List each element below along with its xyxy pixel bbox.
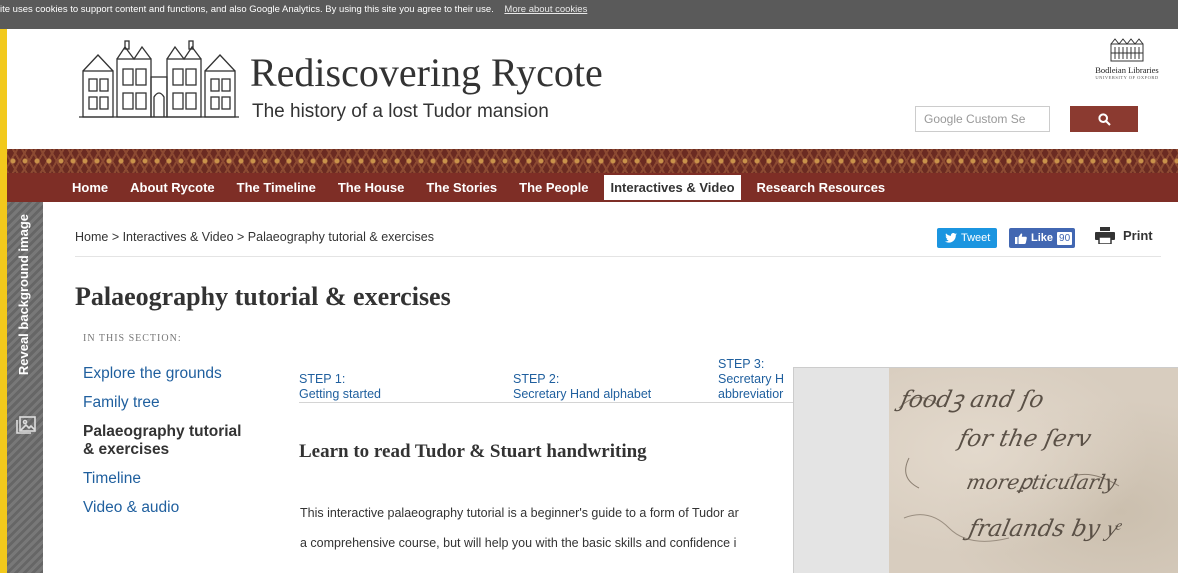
- print-label: Print: [1123, 228, 1153, 243]
- manuscript-viewer[interactable]: ƒoodꝫ and ſo for the ſerv moreꝑticularly…: [793, 367, 1178, 573]
- intro-paragraph-line-2: a comprehensive course, but will help yo…: [300, 536, 737, 550]
- print-button[interactable]: Print: [1095, 227, 1153, 244]
- step-2-link[interactable]: STEP 2: Secretary Hand alphabet: [513, 372, 651, 402]
- bodleian-libraries-logo[interactable]: Bodleian Libraries UNIVERSITY OF OXFORD: [1093, 38, 1161, 94]
- reveal-background-label: Reveal background image: [16, 214, 31, 376]
- reveal-background-tab[interactable]: Reveal background image: [7, 202, 43, 573]
- in-this-section-heading: IN THIS SECTION:: [83, 333, 182, 344]
- nav-item-the-house[interactable]: The House: [332, 175, 410, 200]
- step-3-title-line1: Secretary H: [718, 372, 784, 386]
- bodleian-name: Bodleian Libraries: [1095, 65, 1159, 75]
- steps-divider: [299, 402, 799, 403]
- twitter-bird-icon: [945, 233, 957, 243]
- tweet-label: Tweet: [961, 232, 991, 244]
- thumbs-up-icon: [1015, 232, 1027, 244]
- tweet-button[interactable]: Tweet: [937, 228, 997, 248]
- content-subheading: Learn to read Tudor & Stuart handwriting: [299, 441, 647, 462]
- decorative-pattern-band: [7, 149, 1178, 173]
- page: Rediscovering Rycote The history of a lo…: [7, 29, 1178, 573]
- section-nav-video-audio[interactable]: Video & audio: [83, 499, 263, 517]
- like-label: Like: [1031, 232, 1054, 244]
- step-3-label: STEP 3:: [718, 357, 765, 371]
- page-title: Palaeography tutorial & exercises: [75, 282, 451, 311]
- site-subtitle: The history of a lost Tudor mansion: [252, 101, 549, 122]
- bodleian-university: UNIVERSITY OF OXFORD: [1095, 75, 1159, 80]
- search-icon: [1097, 112, 1111, 126]
- manuscript-handwriting: for the ſerv: [956, 426, 1094, 452]
- step-3-link[interactable]: STEP 3: Secretary H abbreviatior: [718, 357, 794, 402]
- manuscript-handwriting: moreꝑticularly: [964, 470, 1119, 494]
- cookie-message: ite uses cookies to support content and …: [0, 4, 494, 15]
- step-1-title: Getting started: [299, 387, 381, 401]
- bodleian-crest-icon: [1110, 38, 1144, 62]
- search-button[interactable]: [1070, 106, 1138, 132]
- site-header: Rediscovering Rycote The history of a lo…: [7, 29, 1178, 149]
- facebook-like-button[interactable]: Like 90: [1009, 228, 1075, 248]
- step-1-link[interactable]: STEP 1: Getting started: [299, 372, 381, 402]
- nav-item-home[interactable]: Home: [66, 175, 114, 200]
- site-title[interactable]: Rediscovering Rycote: [250, 49, 603, 96]
- step-3-title-line2: abbreviatior: [718, 387, 784, 401]
- step-2-label: STEP 2:: [513, 372, 560, 386]
- rycote-house-logo[interactable]: [79, 39, 239, 121]
- section-nav-explore-the-grounds[interactable]: Explore the grounds: [83, 365, 263, 383]
- step-1-label: STEP 1:: [299, 372, 346, 386]
- more-about-cookies-link[interactable]: More about cookies: [504, 4, 587, 15]
- nav-item-the-stories[interactable]: The Stories: [420, 175, 503, 200]
- step-2-title: Secretary Hand alphabet: [513, 387, 652, 401]
- section-nav: Explore the grounds Family tree Palaeogr…: [83, 365, 263, 528]
- printer-icon: [1095, 227, 1115, 244]
- image-gallery-icon: [16, 416, 36, 434]
- manuscript-handwriting: ƒralands by yͤ: [966, 516, 1120, 542]
- manuscript-handwriting: ƒoodꝫ and ſo: [897, 387, 1047, 413]
- breadcrumb-divider: [75, 256, 1161, 257]
- like-count: 90: [1057, 231, 1073, 245]
- section-nav-timeline[interactable]: Timeline: [83, 470, 263, 488]
- nav-item-research-resources[interactable]: Research Resources: [751, 175, 892, 200]
- cookie-banner: ite uses cookies to support content and …: [0, 0, 1178, 29]
- search-input[interactable]: [915, 106, 1050, 132]
- nav-item-the-timeline[interactable]: The Timeline: [231, 175, 322, 200]
- breadcrumb[interactable]: Home > Interactives & Video > Palaeograp…: [75, 230, 434, 244]
- manuscript-image: ƒoodꝫ and ſo for the ſerv moreꝑticularly…: [889, 368, 1178, 573]
- main-nav: Home About Rycote The Timeline The House…: [7, 173, 1178, 202]
- nav-item-about-rycote[interactable]: About Rycote: [124, 175, 221, 200]
- section-nav-family-tree[interactable]: Family tree: [83, 394, 263, 412]
- nav-item-interactives-video[interactable]: Interactives & Video: [604, 175, 741, 200]
- tutorial-steps: STEP 1: Getting started STEP 2: Secretar…: [299, 346, 799, 406]
- section-nav-palaeography[interactable]: Palaeography tutorial & exercises: [83, 423, 253, 459]
- intro-paragraph-line-1: This interactive palaeography tutorial i…: [300, 506, 739, 520]
- nav-item-the-people[interactable]: The People: [513, 175, 594, 200]
